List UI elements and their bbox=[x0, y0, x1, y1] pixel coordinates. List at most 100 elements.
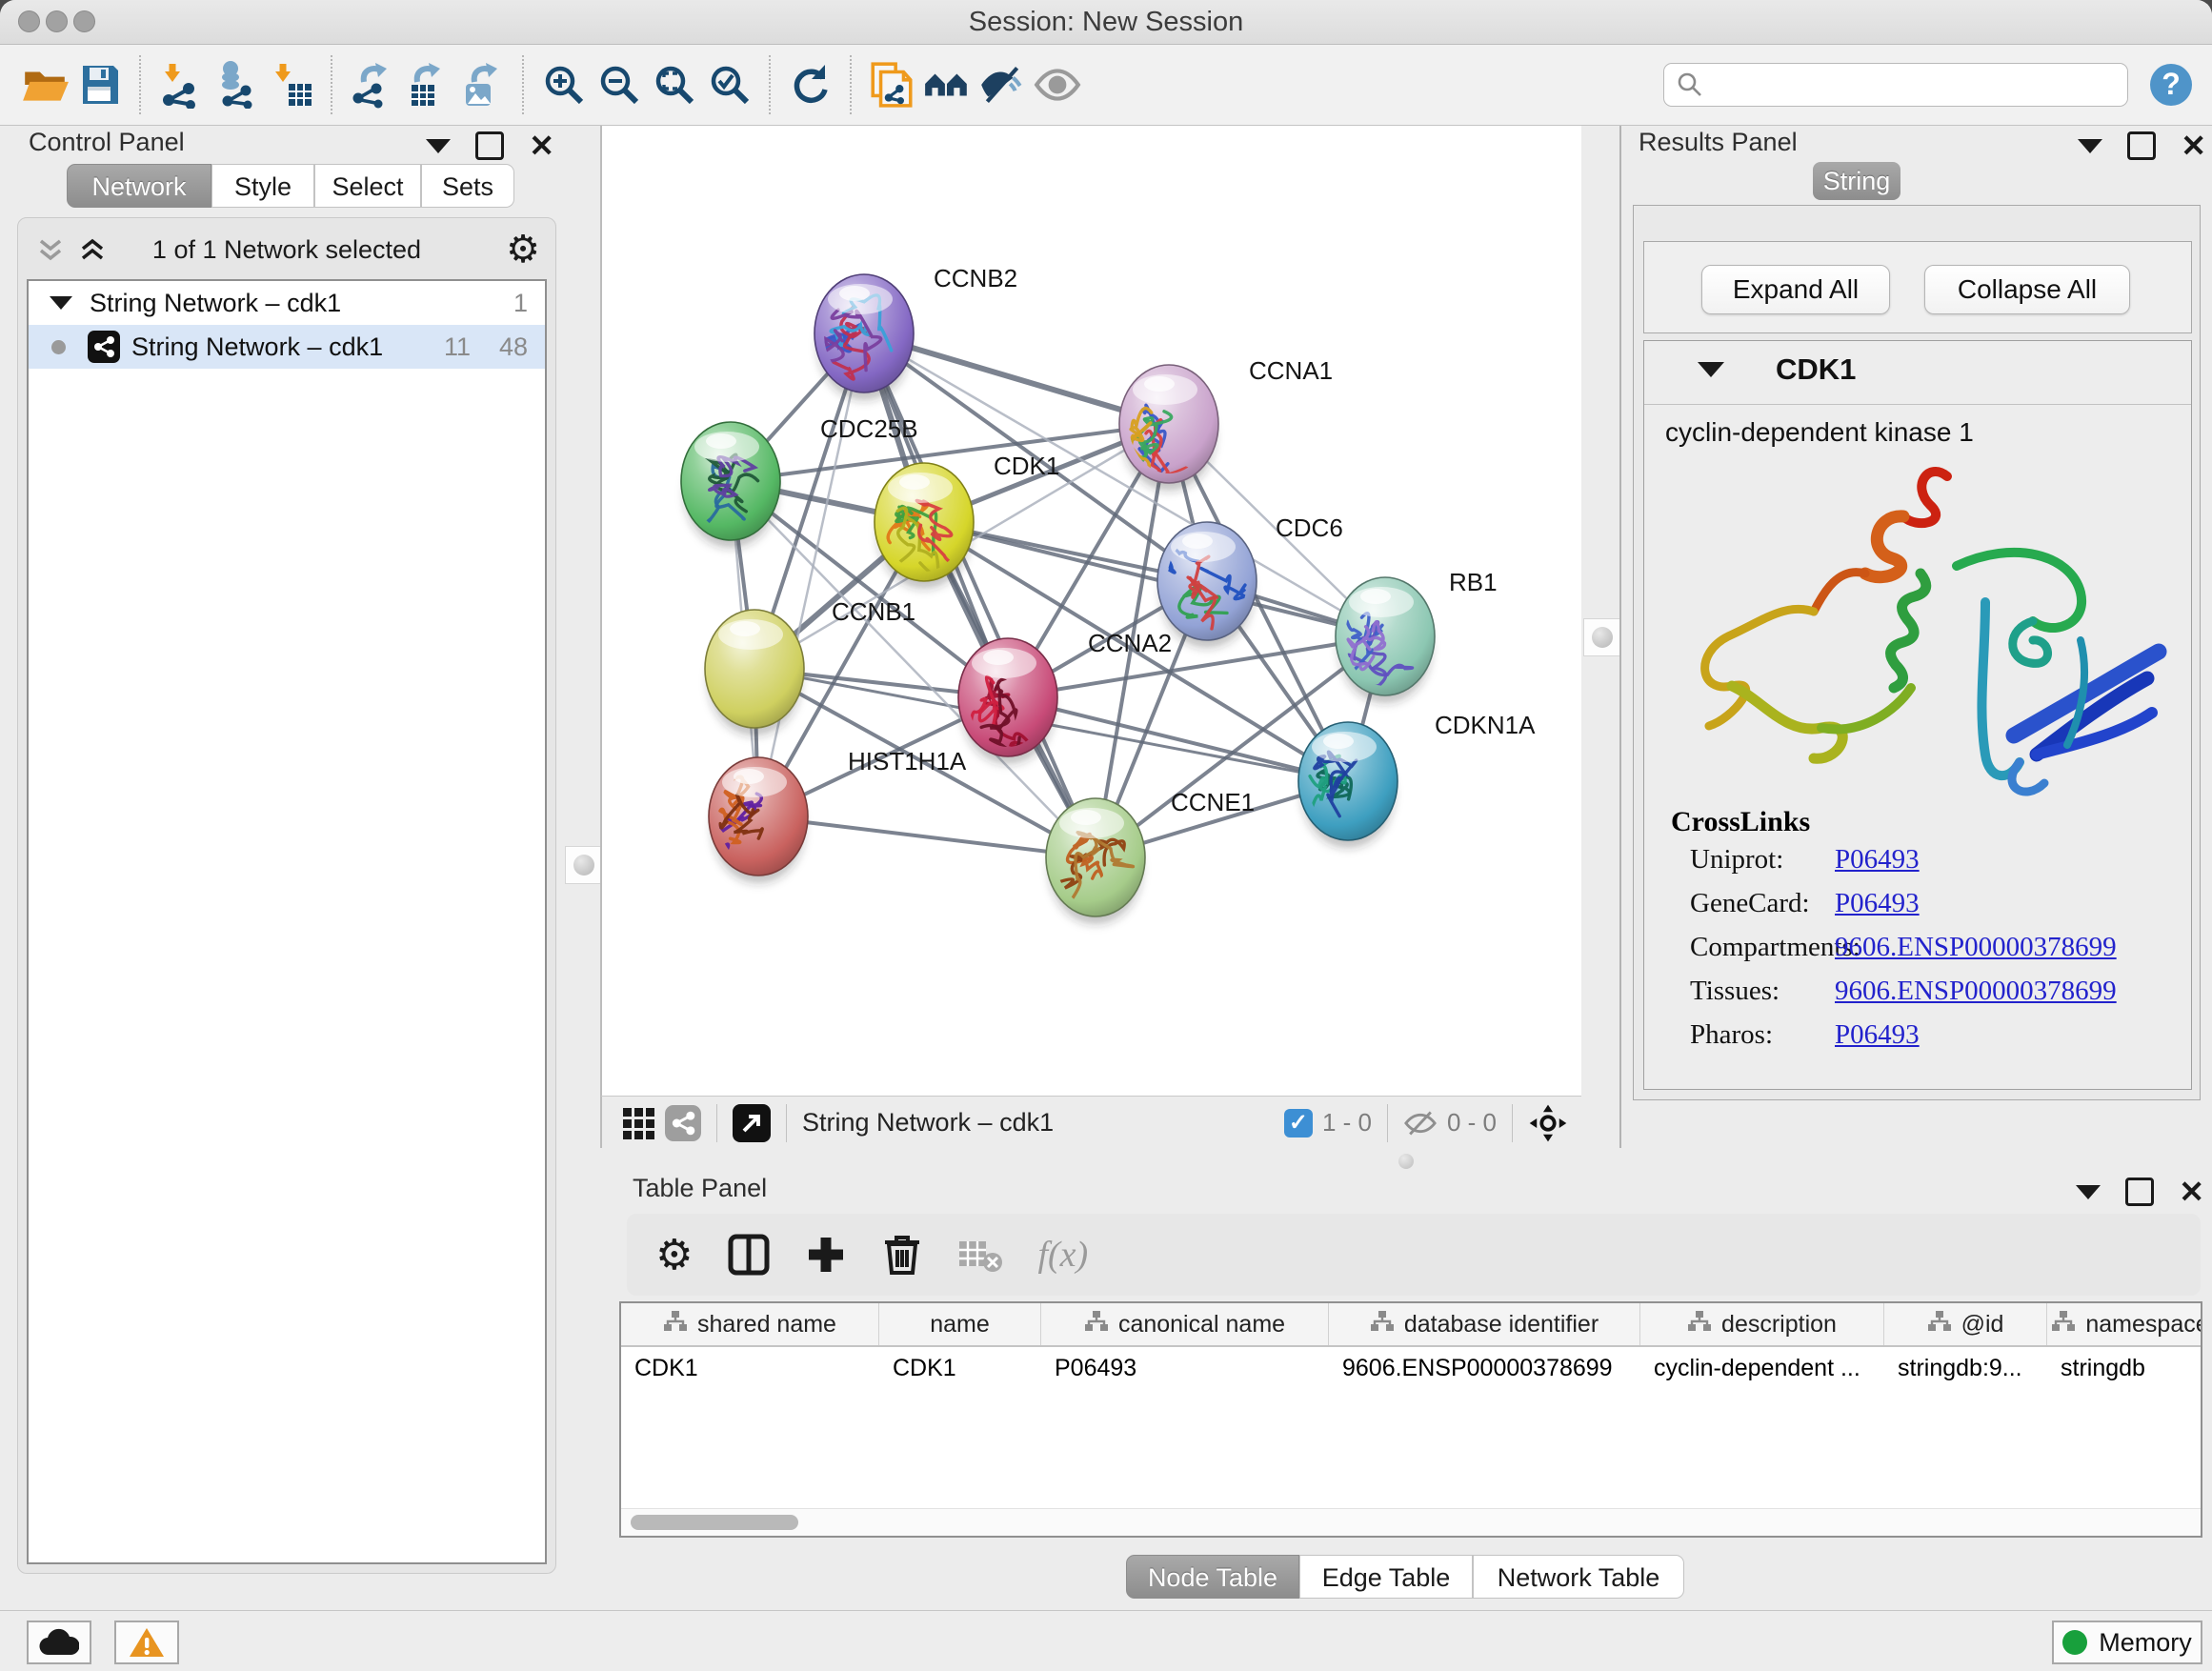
left-splitter[interactable] bbox=[562, 126, 600, 1610]
table-cell[interactable]: cyclin-dependent ... bbox=[1640, 1347, 1884, 1391]
selected-nodes-checkbox[interactable]: ✓ bbox=[1284, 1109, 1313, 1137]
panel-float-icon[interactable] bbox=[475, 131, 504, 160]
tab-network-table[interactable]: Network Table bbox=[1473, 1555, 1684, 1599]
zoom-in-button[interactable] bbox=[536, 56, 592, 113]
tree-expander-icon[interactable] bbox=[50, 296, 72, 310]
zoom-fit-button[interactable] bbox=[647, 56, 702, 113]
cloud-button[interactable] bbox=[27, 1621, 91, 1664]
home-button[interactable] bbox=[919, 56, 975, 113]
column-header-id[interactable]: @id bbox=[1884, 1303, 2047, 1345]
results-menu-icon[interactable] bbox=[2078, 139, 2102, 153]
tab-node-table[interactable]: Node Table bbox=[1126, 1555, 1299, 1599]
tab-string[interactable]: String bbox=[1813, 162, 1900, 200]
collapse-all-button[interactable]: Collapse All bbox=[1924, 265, 2130, 314]
network-row[interactable]: String Network – cdk1 11 48 bbox=[29, 325, 545, 369]
birds-eye-view-icon[interactable] bbox=[665, 1105, 701, 1141]
node-CCNA1[interactable]: CCNA1 bbox=[1119, 356, 1333, 491]
column-header-databaseidentifier[interactable]: database identifier bbox=[1329, 1303, 1640, 1345]
table-cell[interactable]: CDK1 bbox=[621, 1347, 879, 1391]
table-cell[interactable]: stringdb bbox=[2047, 1347, 2202, 1391]
column-header-description[interactable]: description bbox=[1640, 1303, 1884, 1345]
zoom-out-button[interactable] bbox=[592, 56, 647, 113]
table-cell[interactable]: P06493 bbox=[1041, 1347, 1329, 1391]
save-session-button[interactable] bbox=[72, 56, 128, 113]
expand-all-button[interactable]: Expand All bbox=[1701, 265, 1890, 314]
table-float-icon[interactable] bbox=[2125, 1178, 2154, 1206]
export-network-button[interactable] bbox=[345, 56, 400, 113]
section-expander-icon[interactable] bbox=[1698, 362, 1724, 377]
crosslink-value-link[interactable]: 9606.ENSP00000378699 bbox=[1835, 976, 2117, 1007]
function-builder-icon[interactable]: f(x) bbox=[1037, 1234, 1088, 1276]
column-header-namespace[interactable]: namespace bbox=[2047, 1303, 2202, 1345]
create-column-icon[interactable] bbox=[805, 1234, 847, 1276]
node-CDKN1A[interactable]: CDKN1A bbox=[1298, 711, 1536, 848]
search-input[interactable] bbox=[1704, 70, 2108, 101]
open-session-button[interactable] bbox=[17, 56, 72, 113]
export-image-button[interactable] bbox=[455, 56, 511, 113]
show-graphics-details-button[interactable] bbox=[1030, 56, 1085, 113]
delete-column-icon[interactable] bbox=[881, 1233, 923, 1277]
panel-close-icon[interactable]: ✕ bbox=[529, 134, 554, 157]
fit-center-icon[interactable] bbox=[1528, 1103, 1568, 1143]
horizontal-splitter-handle[interactable] bbox=[1398, 1154, 1414, 1169]
network-graph[interactable]: CCNB2CCNA1CDC25BCDK1CDC6RB1CCNB1CCNA2CDK… bbox=[602, 126, 1583, 1096]
gear-icon[interactable]: ⚙ bbox=[506, 228, 540, 272]
import-network-from-database-button[interactable] bbox=[209, 56, 264, 113]
column-header-sharedname[interactable]: shared name bbox=[621, 1303, 879, 1345]
right-splitter-handle[interactable] bbox=[1583, 618, 1621, 656]
hide-graphics-details-button[interactable] bbox=[975, 56, 1030, 113]
clone-network-button[interactable] bbox=[864, 56, 919, 113]
hidden-items-icon[interactable] bbox=[1403, 1109, 1438, 1137]
network-view[interactable]: CCNB2CCNA1CDC25BCDK1CDC6RB1CCNB1CCNA2CDK… bbox=[600, 126, 1583, 1096]
crosslink-value-link[interactable]: P06493 bbox=[1835, 1019, 1920, 1051]
table-cell[interactable]: stringdb:9... bbox=[1884, 1347, 2047, 1391]
crosslink-value-link[interactable]: P06493 bbox=[1835, 888, 1920, 919]
table-horizontal-scrollbar[interactable] bbox=[621, 1508, 2201, 1536]
node-RB1[interactable]: RB1 bbox=[1336, 568, 1498, 703]
network-collection-row[interactable]: String Network – cdk1 1 bbox=[29, 281, 545, 325]
edge-HIST1H1A-CCNE1[interactable] bbox=[758, 816, 1096, 857]
import-network-button[interactable] bbox=[153, 56, 209, 113]
node-CDC6[interactable]: CDC6 bbox=[1157, 513, 1343, 648]
search-field[interactable] bbox=[1663, 63, 2128, 107]
right-splitter[interactable] bbox=[1581, 126, 1619, 1148]
crosslink-value-link[interactable]: P06493 bbox=[1835, 844, 1920, 876]
left-splitter-handle[interactable] bbox=[565, 846, 603, 884]
help-button[interactable]: ? bbox=[2143, 56, 2199, 113]
node-HIST1H1A[interactable]: HIST1H1A bbox=[709, 747, 967, 883]
tab-sets[interactable]: Sets bbox=[421, 164, 514, 208]
tab-network[interactable]: Network bbox=[67, 164, 211, 208]
edge-CCNB2-CCNE1[interactable] bbox=[864, 333, 1096, 857]
column-header-name[interactable]: name bbox=[879, 1303, 1041, 1345]
node-CCNE1[interactable]: CCNE1 bbox=[1046, 788, 1255, 924]
crosslink-value-link[interactable]: 9606.ENSP00000378699 bbox=[1835, 932, 2117, 963]
delete-table-icon[interactable] bbox=[957, 1236, 1003, 1274]
refresh-button[interactable] bbox=[783, 56, 838, 113]
scrollbar-thumb[interactable] bbox=[631, 1515, 798, 1530]
memory-button[interactable]: Memory bbox=[2052, 1621, 2202, 1664]
node-CCNB2[interactable]: CCNB2 bbox=[814, 264, 1017, 400]
table-settings-gear-icon[interactable]: ⚙ bbox=[655, 1231, 693, 1279]
show-columns-icon[interactable] bbox=[727, 1233, 771, 1277]
results-float-icon[interactable] bbox=[2127, 131, 2156, 160]
panel-menu-icon[interactable] bbox=[426, 139, 451, 153]
results-close-icon[interactable]: ✕ bbox=[2181, 134, 2206, 157]
column-header-canonicalname[interactable]: canonical name bbox=[1041, 1303, 1329, 1345]
import-table-button[interactable] bbox=[264, 56, 319, 113]
table-cell[interactable]: CDK1 bbox=[879, 1347, 1041, 1391]
table-menu-icon[interactable] bbox=[2076, 1185, 2101, 1199]
tab-edge-table[interactable]: Edge Table bbox=[1299, 1555, 1473, 1599]
open-in-window-icon[interactable] bbox=[733, 1104, 771, 1142]
grid-view-icon[interactable] bbox=[621, 1106, 655, 1140]
table-close-icon[interactable]: ✕ bbox=[2179, 1180, 2204, 1203]
tab-style[interactable]: Style bbox=[211, 164, 314, 208]
cdk1-section-header[interactable]: CDK1 bbox=[1644, 341, 2191, 405]
horizontal-splitter[interactable] bbox=[600, 1148, 2212, 1174]
export-table-button[interactable] bbox=[400, 56, 455, 113]
warning-icon bbox=[129, 1626, 165, 1659]
table-cell[interactable]: 9606.ENSP00000378699 bbox=[1329, 1347, 1640, 1391]
zoom-selected-button[interactable] bbox=[702, 56, 757, 113]
table-row[interactable]: CDK1CDK1P064939606.ENSP00000378699cyclin… bbox=[621, 1347, 2201, 1391]
tab-select[interactable]: Select bbox=[314, 164, 421, 208]
warning-button[interactable] bbox=[114, 1621, 179, 1664]
